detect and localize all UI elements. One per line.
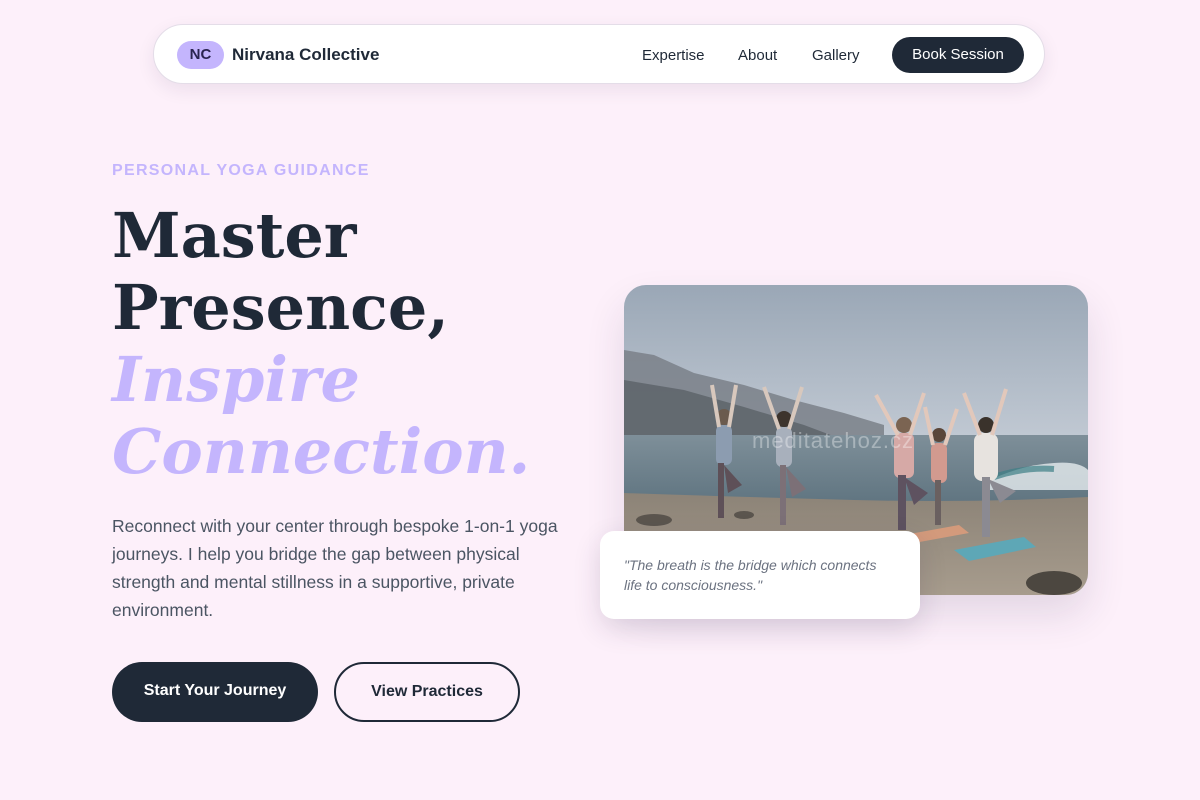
photo-watermark: meditatehoz.cz: [752, 428, 914, 453]
hero-headline: Master Presence, Inspire Connection.: [112, 200, 530, 488]
hero-description: Reconnect with your center through bespo…: [112, 516, 558, 620]
book-session-button[interactable]: Book Session: [892, 37, 1024, 73]
logo-badge[interactable]: NC: [177, 41, 224, 69]
headline-line: Master: [112, 199, 357, 272]
view-practices-button[interactable]: View Practices: [334, 662, 520, 722]
headline-accent-line: Connection.: [112, 415, 531, 488]
nav-link-gallery[interactable]: Gallery: [812, 46, 860, 66]
start-journey-button[interactable]: Start Your Journey: [112, 662, 318, 722]
navbar: NC Nirvana Collective Expertise About Ga…: [153, 24, 1045, 84]
nav-link-expertise[interactable]: Expertise: [642, 46, 705, 66]
brand-name[interactable]: Nirvana Collective: [232, 44, 379, 66]
nav-link-about[interactable]: About: [738, 46, 777, 66]
eyebrow-label: PERSONAL YOGA GUIDANCE: [112, 162, 370, 179]
headline-accent-line: Inspire: [112, 343, 360, 416]
headline-line: Presence,: [112, 271, 449, 344]
quote-text: "The breath is the bridge which connects…: [624, 557, 877, 593]
quote-card: "The breath is the bridge which connects…: [600, 531, 920, 619]
